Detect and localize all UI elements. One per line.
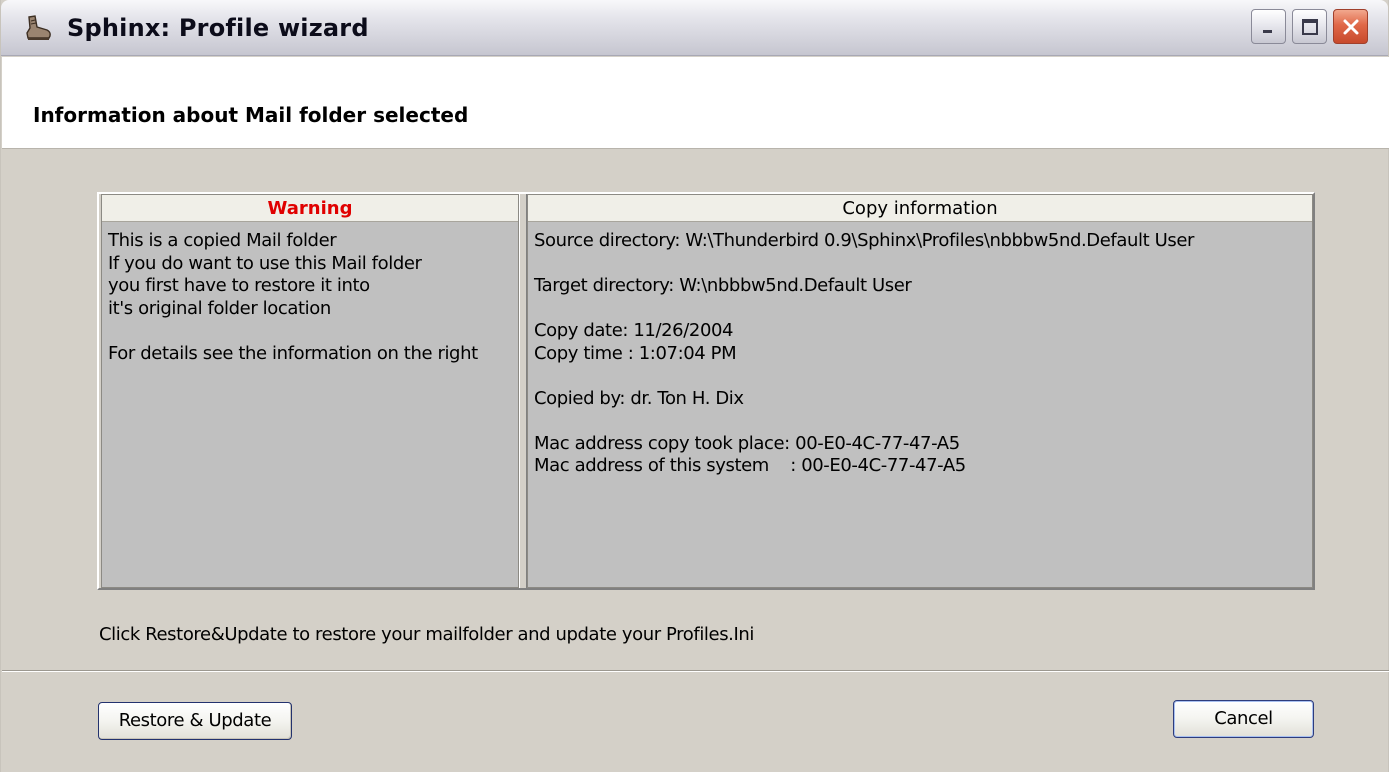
- copy-info-heading: Copy information: [528, 195, 1312, 222]
- wizard-window: Sphinx: Profile wizard Information about…: [0, 0, 1389, 772]
- page-title: Information about Mail folder selected: [33, 103, 469, 127]
- cancel-button[interactable]: Cancel: [1173, 700, 1314, 738]
- footer-divider: [2, 670, 1389, 672]
- maximize-icon: [1301, 18, 1318, 35]
- maximize-button[interactable]: [1292, 9, 1327, 44]
- column-divider[interactable]: [519, 194, 527, 588]
- warning-heading: Warning: [102, 195, 518, 222]
- close-icon: [1343, 19, 1358, 34]
- minimize-icon: [1262, 29, 1272, 33]
- boot-icon: [26, 15, 51, 40]
- copy-info-column: Copy information Source directory: W:\Th…: [527, 194, 1313, 588]
- minimize-button[interactable]: [1251, 9, 1286, 44]
- close-button[interactable]: [1333, 9, 1368, 44]
- copy-info-text: Source directory: W:\Thunderbird 0.9\Sph…: [528, 222, 1312, 587]
- restore-update-button[interactable]: Restore & Update: [98, 702, 292, 740]
- window-title: Sphinx: Profile wizard: [67, 14, 369, 42]
- warning-text: This is a copied Mail folder If you do w…: [102, 222, 518, 587]
- warning-column: Warning This is a copied Mail folder If …: [101, 194, 519, 588]
- instruction-text: Click Restore&Update to restore your mai…: [99, 624, 755, 645]
- title-bar[interactable]: Sphinx: Profile wizard: [1, 0, 1388, 56]
- info-table: Warning This is a copied Mail folder If …: [97, 192, 1315, 590]
